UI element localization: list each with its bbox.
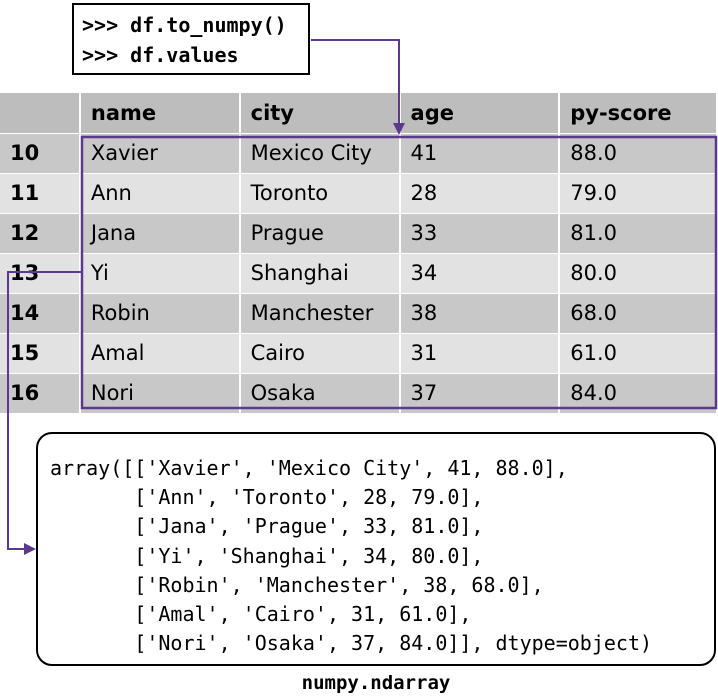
code-line-to-numpy: >>> df.to_numpy() [82, 13, 287, 37]
table-row: 12 Jana Prague 33 81.0 [0, 213, 718, 254]
header-city: city [239, 93, 401, 134]
cell-name: Ann [79, 173, 241, 214]
dataframe-table: name city age py-score 10 Xavier Mexico … [0, 93, 718, 414]
row-index: 15 [0, 333, 81, 374]
array-line: ['Ann', 'Toronto', 28, 79.0], [50, 485, 484, 510]
cell-py-score: 61.0 [559, 333, 718, 374]
cell-age: 28 [399, 173, 561, 214]
table-row: 14 Robin Manchester 38 68.0 [0, 293, 718, 334]
array-line: ['Robin', 'Manchester', 38, 68.0], [50, 572, 544, 597]
table-header-row: name city age py-score [0, 93, 718, 134]
cell-py-score: 88.0 [559, 133, 718, 174]
cell-py-score: 81.0 [559, 213, 718, 254]
array-line: ['Nori', 'Osaka', 37, 84.0]], dtype=obje… [50, 631, 653, 656]
table-row: 13 Yi Shanghai 34 80.0 [0, 253, 718, 294]
cell-city: Mexico City [239, 133, 401, 174]
cell-name: Yi [79, 253, 241, 294]
header-index [0, 93, 81, 134]
cell-name: Jana [79, 213, 241, 254]
ndarray-output-box: array([['Xavier', 'Mexico City', 41, 88.… [36, 432, 716, 666]
cell-city: Cairo [239, 333, 401, 374]
cell-age: 31 [399, 333, 561, 374]
cell-age: 34 [399, 253, 561, 294]
cell-age: 33 [399, 213, 561, 254]
cell-age: 38 [399, 293, 561, 334]
cell-age: 37 [399, 373, 561, 414]
table-row: 10 Xavier Mexico City 41 88.0 [0, 133, 718, 174]
cell-city: Shanghai [239, 253, 401, 294]
code-line-values: >>> df.values [82, 43, 239, 67]
code-snippet-box: >>> df.to_numpy() >>> df.values [72, 3, 310, 75]
row-index: 13 [0, 253, 81, 294]
row-index: 10 [0, 133, 81, 174]
row-index: 16 [0, 373, 81, 414]
array-line: array([['Xavier', 'Mexico City', 41, 88.… [50, 456, 568, 480]
header-py-score: py-score [559, 93, 718, 134]
cell-name: Robin [79, 293, 241, 334]
cell-city: Prague [239, 213, 401, 254]
row-index: 12 [0, 213, 81, 254]
array-line: ['Jana', 'Prague', 33, 81.0], [50, 514, 484, 539]
row-index: 11 [0, 173, 81, 214]
header-age: age [399, 93, 561, 134]
header-name: name [79, 93, 241, 134]
cell-py-score: 79.0 [559, 173, 718, 214]
cell-py-score: 84.0 [559, 373, 718, 414]
table-row: 16 Nori Osaka 37 84.0 [0, 373, 718, 414]
cell-city: Manchester [239, 293, 401, 334]
cell-py-score: 80.0 [559, 253, 718, 294]
table-row: 15 Amal Cairo 31 61.0 [0, 333, 718, 374]
cell-py-score: 68.0 [559, 293, 718, 334]
cell-name: Nori [79, 373, 241, 414]
ndarray-caption: numpy.ndarray [301, 672, 451, 694]
cell-name: Amal [79, 333, 241, 374]
cell-age: 41 [399, 133, 561, 174]
cell-name: Xavier [79, 133, 241, 174]
array-line: ['Amal', 'Cairo', 31, 61.0], [50, 602, 472, 627]
cell-city: Osaka [239, 373, 401, 414]
cell-city: Toronto [239, 173, 401, 214]
array-line: ['Yi', 'Shanghai', 34, 80.0], [50, 543, 484, 568]
table-row: 11 Ann Toronto 28 79.0 [0, 173, 718, 214]
row-index: 14 [0, 293, 81, 334]
